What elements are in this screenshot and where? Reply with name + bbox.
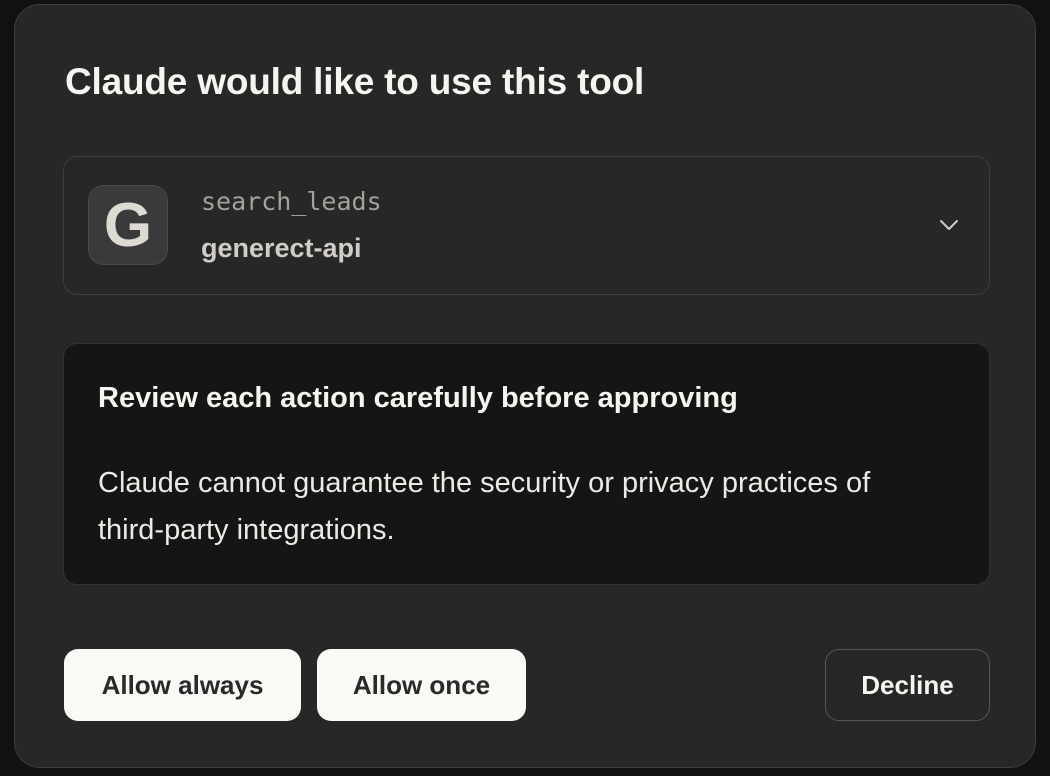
allow-once-button[interactable]: Allow once bbox=[317, 649, 526, 721]
tool-logo: G bbox=[88, 185, 168, 265]
tool-server-name: generect-api bbox=[201, 233, 362, 263]
decline-button[interactable]: Decline bbox=[825, 649, 990, 721]
warning-body: Claude cannot guarantee the security or … bbox=[98, 467, 871, 546]
tool-details-card[interactable]: G search_leads generect-api bbox=[63, 156, 990, 295]
security-warning: Review each action carefully before appr… bbox=[63, 343, 990, 585]
tool-permission-dialog: Claude would like to use this tool G sea… bbox=[14, 4, 1036, 768]
allow-always-button[interactable]: Allow always bbox=[64, 649, 301, 721]
chevron-down-icon[interactable] bbox=[937, 213, 961, 237]
warning-title: Review each action carefully before appr… bbox=[98, 382, 738, 414]
tool-name: search_leads bbox=[201, 187, 382, 216]
dialog-title: Claude would like to use this tool bbox=[65, 61, 645, 102]
